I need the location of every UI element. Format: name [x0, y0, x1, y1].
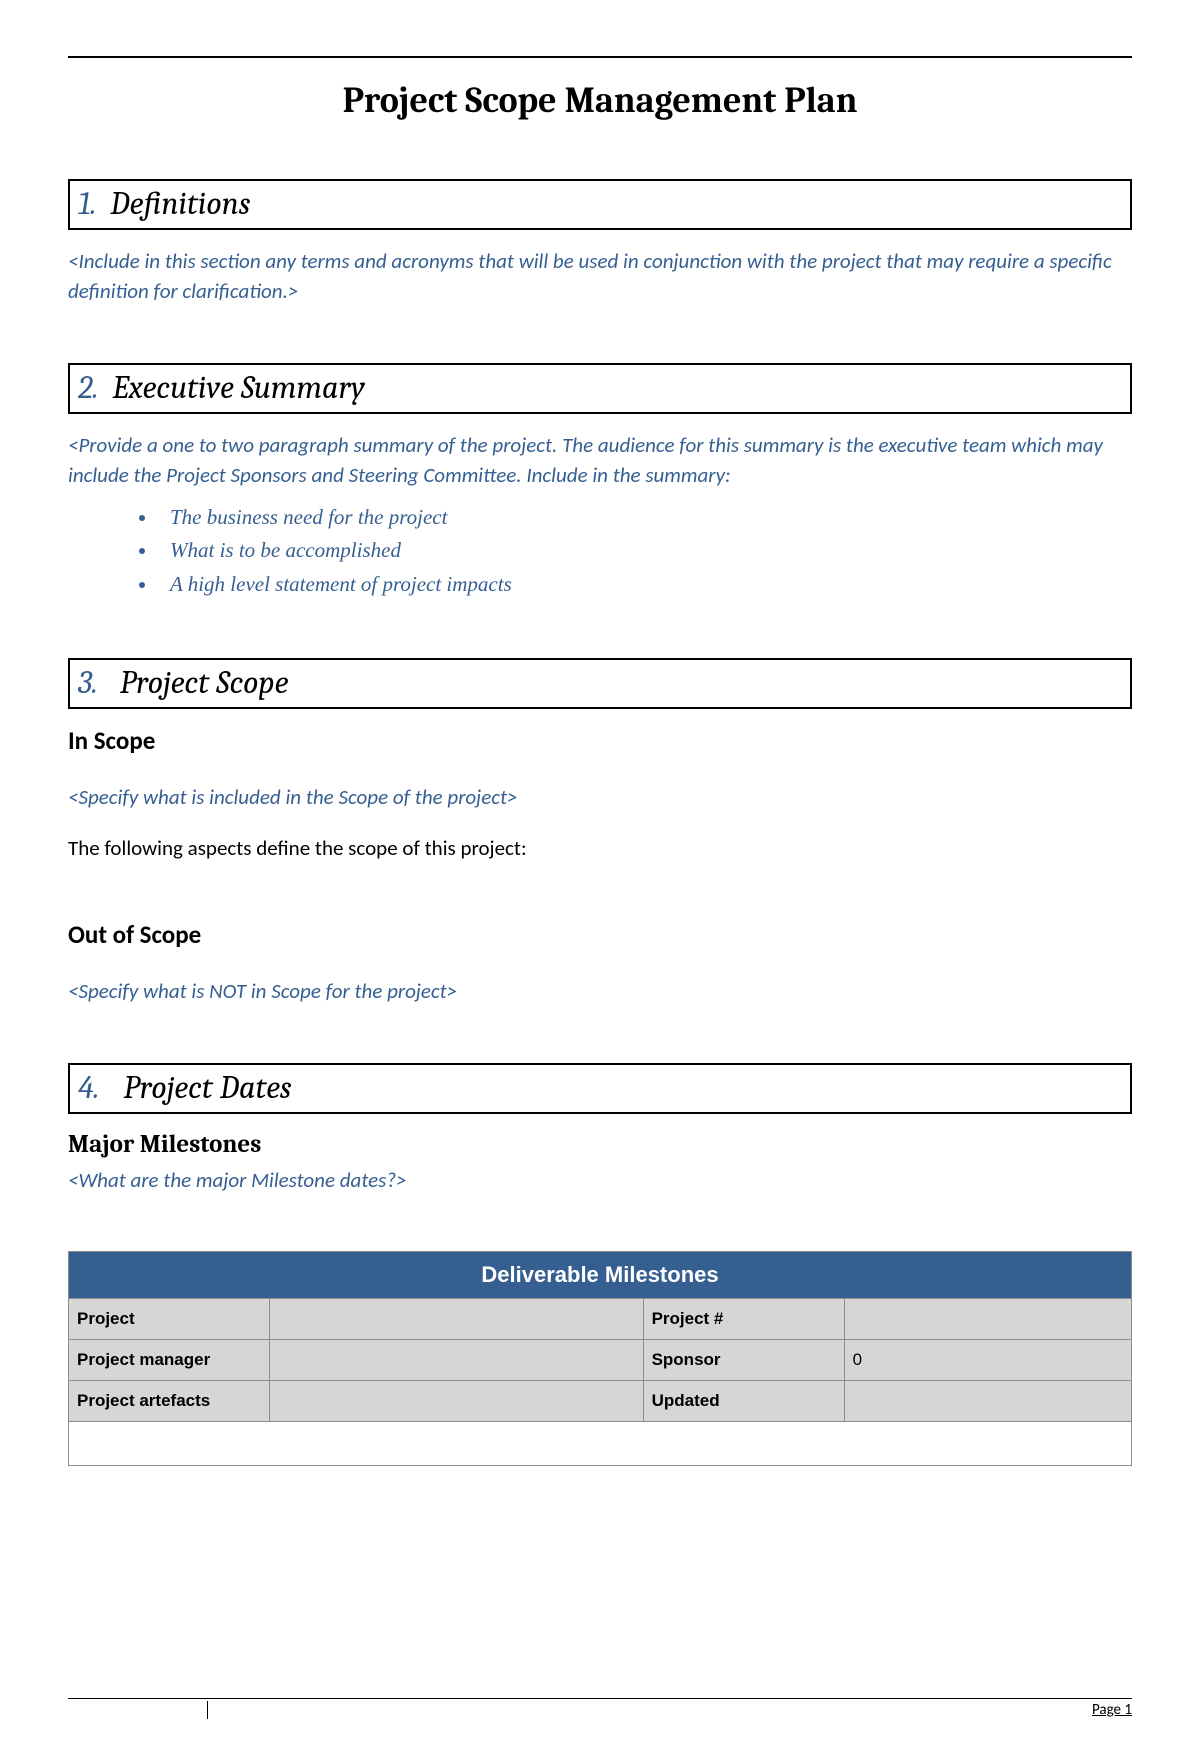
section-heading-project-scope: 3. Project Scope [68, 658, 1132, 709]
table-label: Project [69, 1299, 270, 1340]
bullet-item: A high level statement of project impact… [158, 568, 1132, 602]
section-title: Definitions [110, 185, 250, 222]
table-empty-cell [69, 1422, 1132, 1466]
section-heading-executive-summary: 2. Executive Summary [68, 363, 1132, 414]
bullet-item: What is to be accomplished [158, 534, 1132, 568]
bullet-item: The business need for the project [158, 501, 1132, 535]
milestones-table: Deliverable Milestones Project Project #… [68, 1251, 1132, 1466]
table-value [270, 1299, 643, 1340]
table-row: Project manager Sponsor 0 [69, 1340, 1132, 1381]
section-number: 4. [78, 1069, 99, 1106]
page-number: Page 1 [1092, 1701, 1132, 1719]
table-value [270, 1340, 643, 1381]
page-footer: Page 1 [68, 1698, 1132, 1719]
executive-summary-instruction: <Provide a one to two paragraph summary … [68, 430, 1132, 491]
section-number: 1. [78, 185, 96, 222]
table-row: Project artefacts Updated [69, 1381, 1132, 1422]
in-scope-heading: In Scope [68, 725, 1132, 756]
section-number: 2. [78, 369, 98, 406]
table-value [844, 1381, 1131, 1422]
table-value [270, 1381, 643, 1422]
table-header: Deliverable Milestones [69, 1252, 1132, 1299]
section-title: Project Scope [120, 664, 289, 701]
table-label: Project artefacts [69, 1381, 270, 1422]
section-title: Project Dates [123, 1069, 291, 1106]
executive-summary-bullets: The business need for the project What i… [68, 501, 1132, 602]
section-number: 3. [78, 664, 98, 701]
footer-rule [68, 1698, 1132, 1699]
table-label: Updated [643, 1381, 844, 1422]
footer-left-divider [68, 1701, 208, 1719]
header-rule [68, 56, 1132, 58]
in-scope-instruction: <Specify what is included in the Scope o… [68, 782, 1132, 812]
table-value: 0 [844, 1340, 1131, 1381]
table-value [844, 1299, 1131, 1340]
milestones-instruction: <What are the major Milestone dates?> [68, 1165, 1132, 1195]
section-heading-definitions: 1. Definitions [68, 179, 1132, 230]
definitions-instruction: <Include in this section any terms and a… [68, 246, 1132, 307]
table-row-empty [69, 1422, 1132, 1466]
section-heading-project-dates: 4. Project Dates [68, 1063, 1132, 1114]
section-title: Executive Summary [112, 369, 364, 406]
table-row: Project Project # [69, 1299, 1132, 1340]
milestones-heading: Major Milestones [68, 1130, 1132, 1159]
table-label: Project # [643, 1299, 844, 1340]
table-label: Sponsor [643, 1340, 844, 1381]
out-of-scope-heading: Out of Scope [68, 919, 1132, 950]
table-label: Project manager [69, 1340, 270, 1381]
in-scope-body: The following aspects define the scope o… [68, 834, 1132, 863]
out-of-scope-instruction: <Specify what is NOT in Scope for the pr… [68, 976, 1132, 1006]
document-title: Project Scope Management Plan [68, 80, 1132, 121]
